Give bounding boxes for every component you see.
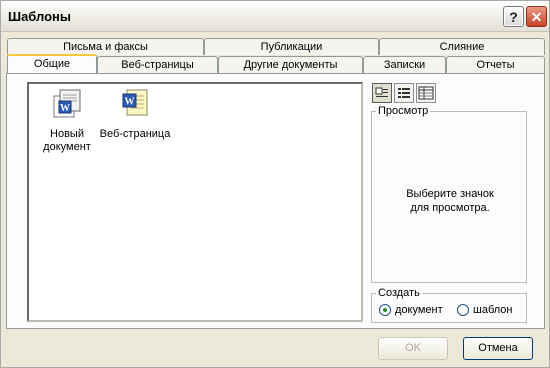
preview-group: Просмотр Выберите значок для просмотра. bbox=[371, 105, 528, 283]
tab-web-pages[interactable]: Веб-страницы bbox=[97, 56, 218, 73]
help-icon: ? bbox=[509, 9, 518, 25]
tab-row-back: Письма и факсы Публикации Слияние bbox=[7, 38, 545, 55]
large-icons-view-button[interactable] bbox=[372, 83, 392, 103]
radio-circle bbox=[457, 304, 469, 316]
tab-row-front: Общие Веб-страницы Другие документы Запи… bbox=[7, 54, 545, 73]
tab-label: Записки bbox=[383, 59, 426, 71]
tab-merge[interactable]: Слияние bbox=[379, 38, 545, 55]
tab-label: Другие документы bbox=[243, 59, 338, 71]
template-list[interactable]: W Новый документ W Веб-страница bbox=[27, 82, 363, 322]
tab-label: Общие bbox=[33, 58, 71, 70]
tab-general[interactable]: Общие bbox=[7, 54, 97, 73]
radio-label: шаблон bbox=[473, 304, 513, 316]
item-label: Веб-страница bbox=[99, 128, 171, 140]
tab-label: Публикации bbox=[260, 41, 323, 53]
large-icons-view-icon bbox=[375, 87, 388, 97]
tab-label: Письма и факсы bbox=[63, 41, 148, 53]
list-item-web-page[interactable]: W Веб-страница bbox=[99, 87, 171, 141]
help-button[interactable]: ? bbox=[503, 6, 524, 27]
web-page-icon: W bbox=[122, 89, 148, 116]
list-view-button[interactable] bbox=[394, 83, 414, 103]
preview-message-line: для просмотра. bbox=[410, 202, 490, 214]
svg-text:W: W bbox=[125, 97, 135, 108]
tab-label: Слияние bbox=[439, 41, 485, 53]
tab-publications[interactable]: Публикации bbox=[204, 38, 379, 55]
details-view-button[interactable] bbox=[416, 83, 436, 103]
list-view-icon bbox=[398, 88, 410, 98]
dialog-title: Шаблоны bbox=[8, 9, 71, 24]
preview-label: Просмотр bbox=[376, 105, 431, 117]
tab-memos[interactable]: Записки bbox=[363, 56, 446, 73]
tab-letters-faxes[interactable]: Письма и факсы bbox=[7, 38, 204, 55]
close-icon: ✕ bbox=[530, 9, 543, 25]
tab-other-documents[interactable]: Другие документы bbox=[218, 56, 363, 73]
new-document-icon: W bbox=[53, 89, 81, 118]
templates-dialog: Шаблоны ? ✕ Письма и факсы Публикации Сл… bbox=[0, 0, 550, 368]
create-group: Создать документ шаблон bbox=[371, 287, 527, 323]
preview-message-line: Выберите значок bbox=[406, 188, 494, 200]
svg-text:W: W bbox=[60, 103, 70, 114]
close-button[interactable]: ✕ bbox=[526, 6, 547, 27]
item-label: Новый документ bbox=[43, 128, 91, 153]
create-label: Создать bbox=[376, 287, 422, 299]
radio-label: документ bbox=[395, 304, 443, 316]
tab-label: Веб-страницы bbox=[121, 59, 194, 71]
tab-reports[interactable]: Отчеты bbox=[446, 56, 545, 73]
title-bar[interactable]: Шаблоны ? ✕ bbox=[1, 1, 549, 32]
preview-message: Выберите значок для просмотра. bbox=[372, 187, 528, 215]
radio-circle bbox=[379, 304, 391, 316]
details-view-icon bbox=[418, 86, 434, 100]
cancel-button[interactable]: Отмена bbox=[463, 337, 533, 360]
tab-label: Отчеты bbox=[476, 59, 515, 71]
list-item-new-document[interactable]: W Новый документ bbox=[31, 87, 103, 154]
ok-button[interactable]: OK bbox=[378, 337, 448, 360]
